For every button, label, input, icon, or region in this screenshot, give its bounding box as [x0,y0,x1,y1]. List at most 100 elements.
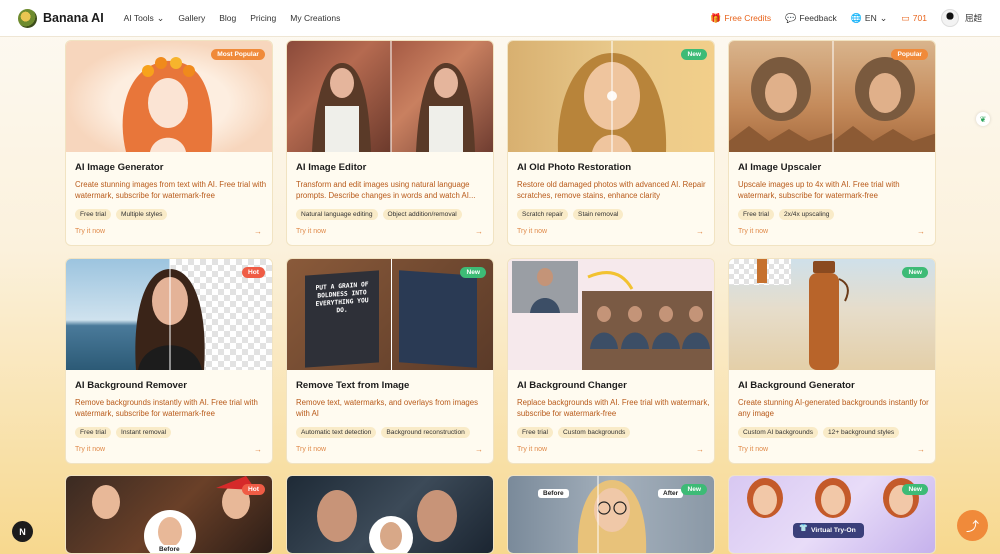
globe-icon: 🌐 [850,12,862,23]
before-label: Before [154,545,185,553]
nav-ai-tools[interactable]: AI Tools ⌄ [124,13,165,24]
card-remove-text-from-image[interactable]: PUT A GRAIN OF BOLDNESS INTO EVERYTHING … [286,258,494,464]
brand-logo[interactable]: Banana AI [18,8,104,28]
badge-popular: Popular [891,49,928,60]
arrow-right-icon: → [917,227,925,236]
user-avatar[interactable] [940,9,959,27]
badge-hot: Hot [242,484,265,495]
before-label: Before [538,489,569,498]
badge-new: New [902,267,928,278]
card-description: Create stunning AI-generated backgrounds… [738,398,929,418]
shirt-icon: 👕 [799,525,808,532]
chevron-down-icon: ⌄ [879,12,888,23]
try-it-now-link[interactable]: Try it now [296,446,326,453]
tag: Multiple styles [116,209,168,220]
card-ai-background-remover[interactable]: Hot AI Background Remover Remove backgro… [65,258,273,464]
share-button[interactable]: ⤴ [957,510,988,541]
feedback-link[interactable]: 💬 Feedback [785,13,837,24]
tag: 12+ background styles [823,427,900,438]
photo-woman-portrait [135,259,205,370]
try-it-now-link[interactable]: Try it now [296,228,326,235]
card-ai-image-editor[interactable]: AI Image Editor Transform and edit image… [286,40,494,246]
tag: Automatic text detection [296,427,377,438]
card-row3-glasses-beforeafter[interactable]: Before After New [507,475,715,554]
arrow-right-icon: → [475,445,483,454]
tag: Background reconstruction [381,427,470,438]
arrow-right-icon: → [696,445,704,454]
card-ai-background-changer[interactable]: AI Background Changer Replace background… [507,258,715,464]
try-it-now-link[interactable]: Try it now [75,228,105,235]
book-cover-plain [399,270,477,368]
tag: Scratch repair [517,209,569,220]
card-title: AI Background Remover [75,380,187,391]
leaf-widget-icon[interactable]: ❦ [976,112,990,126]
nav-my-creations[interactable]: My Creations [290,13,340,23]
tag: 2x/4x upscaling [779,209,835,220]
chat-bubble-icon: 💬 [785,12,797,23]
tag: Object addition/removal [382,209,462,220]
after-label: After [658,489,684,498]
tag: Custom backgrounds [558,427,631,438]
card-title: AI Image Editor [296,162,367,173]
card-ai-image-generator[interactable]: Most Popular AI Image Generator Create s… [65,40,273,246]
card-description: Remove text, watermarks, and overlays fr… [296,398,478,418]
card-description: Remove backgrounds instantly with AI. Fr… [75,398,258,418]
card-description: Restore old damaged photos with advanced… [517,180,706,200]
credits-balance[interactable]: ▭ 701 [901,13,927,24]
card-image [287,476,493,553]
tag: Free trial [517,427,554,438]
tag: Instant removal [116,427,172,438]
badge-new: New [902,484,928,495]
nav-gallery[interactable]: Gallery [178,13,205,23]
card-image [287,41,493,152]
card-image [66,259,272,370]
card-description: Create stunning images from text with AI… [75,180,267,200]
card-title: AI Background Changer [517,380,627,391]
card-row3-christmas-portraits[interactable]: Before Hot [65,475,273,554]
badge-new: New [681,484,707,495]
card-description: Transform and edit images using natural … [296,180,476,200]
try-it-now-link[interactable]: Try it now [517,446,547,453]
card-ai-old-photo-restoration[interactable]: New AI Old Photo Restoration Restore old… [507,40,715,246]
badge-new: New [460,267,486,278]
chevron-down-icon: ⌄ [156,12,165,23]
nav-pricing[interactable]: Pricing [250,13,276,23]
arrow-right-icon: → [917,445,925,454]
language-selector[interactable]: 🌐 EN ⌄ [851,13,888,24]
card-title: AI Old Photo Restoration [517,162,632,173]
share-icon: ⤴ [965,519,979,534]
card-row3-movie-portraits[interactable] [286,475,494,554]
gift-icon: 🎁 [710,12,722,23]
try-it-now-link[interactable]: Try it now [517,228,547,235]
tag: Free trial [75,427,112,438]
tag: Natural language editing [296,209,378,220]
tag: Free trial [75,209,112,220]
photo-woman-with-coffee [312,41,475,152]
badge-hot: Hot [242,267,265,278]
card-image [508,259,714,370]
arrow-right-icon: → [696,227,704,236]
photo-man-multiple-backgrounds [512,261,712,370]
card-title: AI Image Generator [75,162,164,173]
free-credits-link[interactable]: 🎁 Free Credits [710,13,771,24]
badge-new: New [681,49,707,60]
card-row3-virtual-tryon[interactable]: Virtual Try-On 👕 New [728,475,936,554]
corner-n-button[interactable]: N [12,521,33,542]
nav-blog[interactable]: Blog [219,13,236,23]
try-it-now-link[interactable]: Try it now [738,446,768,453]
book-cover-with-text: PUT A GRAIN OF BOLDNESS INTO EVERYTHING … [305,270,379,368]
card-description: Upscale images up to 4x with AI. Free tr… [738,180,900,200]
try-it-now-link[interactable]: Try it now [75,446,105,453]
user-name[interactable]: 屈超 [965,12,982,24]
photo-men-poster [317,490,457,553]
arrow-right-icon: → [475,227,483,236]
top-nav: Banana AI AI Tools ⌄ Gallery Blog Pricing… [0,0,1000,37]
badge-most-popular: Most Popular [211,49,265,60]
tag: Stain removal [573,209,624,220]
card-ai-background-generator[interactable]: New AI Background Generator Create stunn… [728,258,936,464]
banana-logo-icon [18,8,37,28]
try-it-now-link[interactable]: Try it now [738,228,768,235]
wallet-icon: ▭ [901,12,910,23]
book-text: PUT A GRAIN OF BOLDNESS INTO EVERYTHING … [315,281,369,315]
card-ai-image-upscaler[interactable]: Popular AI Image Upscaler Upscale images… [728,40,936,246]
